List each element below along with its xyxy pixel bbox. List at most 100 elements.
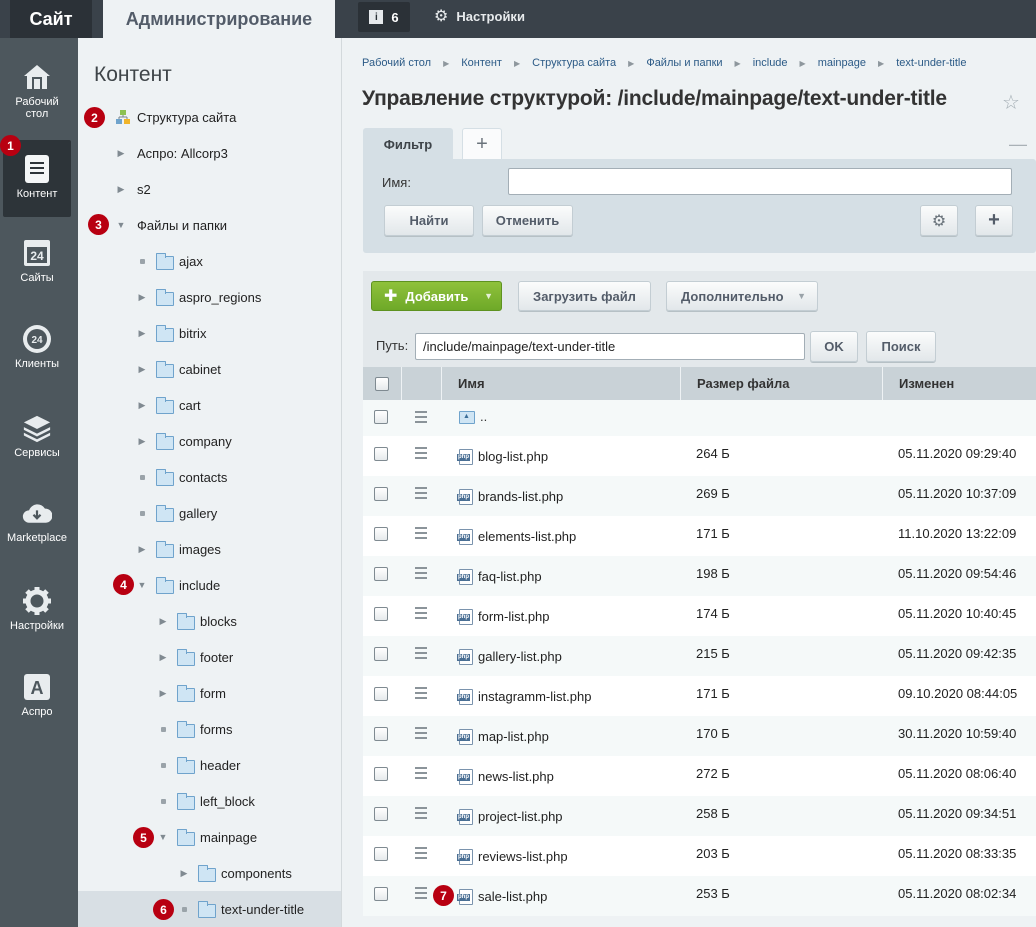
- expand-arrow-icon[interactable]: ▶: [179, 868, 189, 879]
- row-checkbox[interactable]: [374, 647, 388, 661]
- tree-item-gallery[interactable]: gallery: [78, 495, 341, 531]
- menu-item-sites[interactable]: 24 Сайты: [3, 238, 71, 302]
- chevron-down-icon[interactable]: ▼: [484, 291, 493, 301]
- file-name-link[interactable]: project-list.php: [478, 809, 563, 824]
- path-search-button[interactable]: Поиск: [866, 331, 936, 362]
- file-name-link[interactable]: form-list.php: [478, 609, 550, 624]
- table-row[interactable]: project-list.php 258 Б 05.11.2020 09:34:…: [363, 796, 1036, 836]
- table-row[interactable]: sale-list.php 253 Б 05.11.2020 08:02:34: [363, 876, 1036, 916]
- filter-minimize-icon[interactable]: —: [1009, 134, 1027, 155]
- file-name-link[interactable]: faq-list.php: [478, 569, 542, 584]
- tree-item-blocks[interactable]: ▶ blocks: [78, 603, 341, 639]
- tree-item-form[interactable]: ▶ form: [78, 675, 341, 711]
- table-row[interactable]: gallery-list.php 215 Б 05.11.2020 09:42:…: [363, 636, 1036, 676]
- row-checkbox[interactable]: [374, 767, 388, 781]
- menu-item-clients[interactable]: 24 Клиенты: [3, 324, 71, 388]
- filter-add-tab-button[interactable]: +: [462, 128, 502, 160]
- favorite-star-icon[interactable]: ☆: [1002, 90, 1020, 115]
- table-row[interactable]: news-list.php 272 Б 05.11.2020 08:06:40: [363, 756, 1036, 796]
- row-actions-menu-icon[interactable]: [415, 527, 427, 542]
- breadcrumb-link[interactable]: Контент: [461, 57, 502, 69]
- table-row[interactable]: map-list.php 170 Б 30.11.2020 10:59:40: [363, 716, 1036, 756]
- menu-item-aspro[interactable]: A Аспро: [3, 672, 71, 736]
- expand-arrow-icon[interactable]: ▶: [137, 544, 147, 555]
- row-checkbox[interactable]: [374, 447, 388, 461]
- row-actions-menu-icon[interactable]: [415, 887, 427, 902]
- row-checkbox[interactable]: [374, 807, 388, 821]
- collapse-arrow-icon[interactable]: ▼: [158, 832, 168, 842]
- file-name-link[interactable]: gallery-list.php: [478, 649, 562, 664]
- file-name-link[interactable]: instagramm-list.php: [478, 689, 591, 704]
- row-checkbox[interactable]: [374, 887, 388, 901]
- filter-tab[interactable]: Фильтр: [363, 128, 453, 160]
- table-row[interactable]: instagramm-list.php 171 Б 09.10.2020 08:…: [363, 676, 1036, 716]
- tree-item-mainpage[interactable]: ▼ mainpage: [78, 819, 341, 855]
- collapse-arrow-icon[interactable]: ▼: [116, 220, 126, 230]
- tree-item-s2[interactable]: ▶ s2: [78, 171, 341, 207]
- table-row[interactable]: blog-list.php 264 Б 05.11.2020 09:29:40: [363, 436, 1036, 476]
- notifications-button[interactable]: i 6: [358, 2, 410, 32]
- menu-item-settings[interactable]: Настройки: [3, 586, 71, 650]
- upload-file-button[interactable]: Загрузить файл: [518, 281, 651, 311]
- parent-folder-link[interactable]: ..: [480, 409, 487, 424]
- tree-item-aspro-allcorp3[interactable]: ▶ Аспро: Allcorp3: [78, 135, 341, 171]
- path-input[interactable]: /include/mainpage/text-under-title: [415, 333, 805, 360]
- row-checkbox[interactable]: [374, 527, 388, 541]
- table-row[interactable]: elements-list.php 171 Б 11.10.2020 13:22…: [363, 516, 1036, 556]
- menu-item-services[interactable]: Сервисы: [3, 413, 71, 477]
- tree-item-cabinet[interactable]: ▶ cabinet: [78, 351, 341, 387]
- row-checkbox[interactable]: [374, 687, 388, 701]
- tree-item-files-and-folders[interactable]: ▼ Файлы и папки: [78, 207, 341, 243]
- tab-site[interactable]: Сайт: [10, 0, 92, 38]
- tree-item-site-structure[interactable]: Структура сайта: [78, 99, 341, 135]
- tree-item-company[interactable]: ▶ company: [78, 423, 341, 459]
- tree-item-cart[interactable]: ▶ cart: [78, 387, 341, 423]
- row-checkbox[interactable]: [374, 567, 388, 581]
- expand-arrow-icon[interactable]: ▶: [137, 328, 147, 339]
- row-checkbox[interactable]: [374, 847, 388, 861]
- file-name-link[interactable]: news-list.php: [478, 769, 554, 784]
- tree-item-ajax[interactable]: ajax: [78, 243, 341, 279]
- find-button[interactable]: Найти: [384, 205, 474, 236]
- table-row[interactable]: faq-list.php 198 Б 05.11.2020 09:54:46: [363, 556, 1036, 596]
- breadcrumb-link[interactable]: text-under-title: [896, 57, 966, 69]
- tree-item-text-under-title[interactable]: text-under-title: [78, 891, 341, 927]
- expand-arrow-icon[interactable]: ▶: [137, 400, 147, 411]
- tree-item-bitrix[interactable]: ▶ bitrix: [78, 315, 341, 351]
- row-actions-menu-icon[interactable]: [415, 607, 427, 622]
- menu-item-desktop[interactable]: Рабочий стол: [3, 62, 71, 126]
- more-button[interactable]: Дополнительно ▼: [666, 281, 818, 311]
- expand-arrow-icon[interactable]: ▶: [116, 184, 126, 195]
- expand-arrow-icon[interactable]: ▶: [137, 364, 147, 375]
- path-ok-button[interactable]: OK: [810, 331, 858, 362]
- row-checkbox[interactable]: [374, 410, 388, 424]
- file-name-link[interactable]: elements-list.php: [478, 529, 576, 544]
- table-row[interactable]: form-list.php 174 Б 05.11.2020 10:40:45: [363, 596, 1036, 636]
- tree-item-forms[interactable]: forms: [78, 711, 341, 747]
- row-actions-menu-icon[interactable]: [415, 411, 427, 426]
- tab-administration[interactable]: Администрирование: [103, 0, 335, 38]
- cancel-button[interactable]: Отменить: [482, 205, 573, 236]
- tree-item-contacts[interactable]: contacts: [78, 459, 341, 495]
- add-button[interactable]: ✚ Добавить ▼: [371, 281, 502, 311]
- row-actions-menu-icon[interactable]: [415, 487, 427, 502]
- settings-link[interactable]: ⚙ Настройки: [434, 0, 525, 32]
- column-header-name[interactable]: Имя: [442, 367, 681, 400]
- column-header-size[interactable]: Размер файла: [681, 367, 883, 400]
- expand-arrow-icon[interactable]: ▶: [158, 616, 168, 627]
- row-actions-menu-icon[interactable]: [415, 567, 427, 582]
- collapse-arrow-icon[interactable]: ▼: [137, 580, 147, 590]
- breadcrumb-link[interactable]: Рабочий стол: [362, 57, 431, 69]
- row-actions-menu-icon[interactable]: [415, 807, 427, 822]
- file-name-link[interactable]: blog-list.php: [478, 449, 548, 464]
- filter-name-input[interactable]: [508, 168, 1012, 195]
- row-actions-menu-icon[interactable]: [415, 847, 427, 862]
- breadcrumb-link[interactable]: Структура сайта: [532, 57, 616, 69]
- row-checkbox[interactable]: [374, 607, 388, 621]
- file-name-link[interactable]: brands-list.php: [478, 489, 563, 504]
- breadcrumb-link[interactable]: mainpage: [818, 57, 866, 69]
- table-row-parent[interactable]: ..: [363, 400, 1036, 436]
- tree-item-components[interactable]: ▶ components: [78, 855, 341, 891]
- row-checkbox[interactable]: [374, 727, 388, 741]
- breadcrumb-link[interactable]: Файлы и папки: [646, 57, 722, 69]
